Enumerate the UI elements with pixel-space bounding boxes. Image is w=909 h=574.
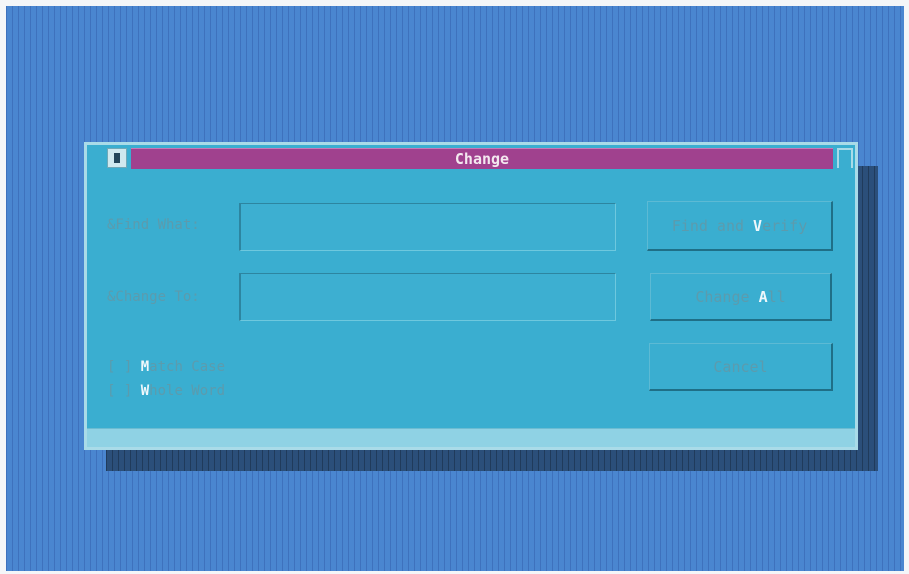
whole-word-box: [ ] — [107, 383, 141, 399]
whole-word-label: hole Word — [149, 383, 226, 399]
dialog-title: Change — [454, 150, 510, 168]
whole-word-hotkey: W — [140, 383, 150, 399]
match-case-hotkey: M — [140, 359, 150, 375]
change-to-label: &Change To: — [107, 289, 200, 305]
change-to-input[interactable] — [239, 273, 616, 321]
change-all-label: Change — [695, 288, 759, 306]
change-all-button[interactable]: Change All — [650, 273, 832, 321]
cancel-button[interactable]: Cancel — [649, 343, 833, 391]
system-menu-icon — [114, 153, 120, 163]
whole-word-checkbox[interactable]: [ ] Whole Word — [107, 383, 225, 399]
find-and-verify-button[interactable]: Find and Verify — [647, 201, 833, 251]
title-bar[interactable]: Change — [131, 148, 833, 169]
change-dialog: Change &Find What: &Change To: Find and … — [84, 142, 858, 450]
dialog-bottom-edge — [87, 428, 855, 447]
find-and-verify-label: Find and — [671, 217, 754, 235]
match-case-label: atch Case — [149, 359, 226, 375]
match-case-box: [ ] — [107, 359, 141, 375]
find-and-verify-hotkey: V — [753, 217, 763, 235]
system-menu-button[interactable] — [107, 148, 127, 168]
change-all-label-rest: ll — [767, 288, 786, 306]
find-and-verify-label-rest: erify — [762, 217, 808, 235]
desktop-background: Change &Find What: &Change To: Find and … — [6, 6, 904, 571]
cancel-label: Cancel — [713, 358, 768, 376]
find-what-input[interactable] — [239, 203, 616, 251]
change-all-hotkey: A — [758, 288, 768, 306]
match-case-checkbox[interactable]: [ ] Match Case — [107, 359, 225, 375]
find-what-label: &Find What: — [107, 217, 200, 233]
window-corner — [837, 148, 853, 168]
